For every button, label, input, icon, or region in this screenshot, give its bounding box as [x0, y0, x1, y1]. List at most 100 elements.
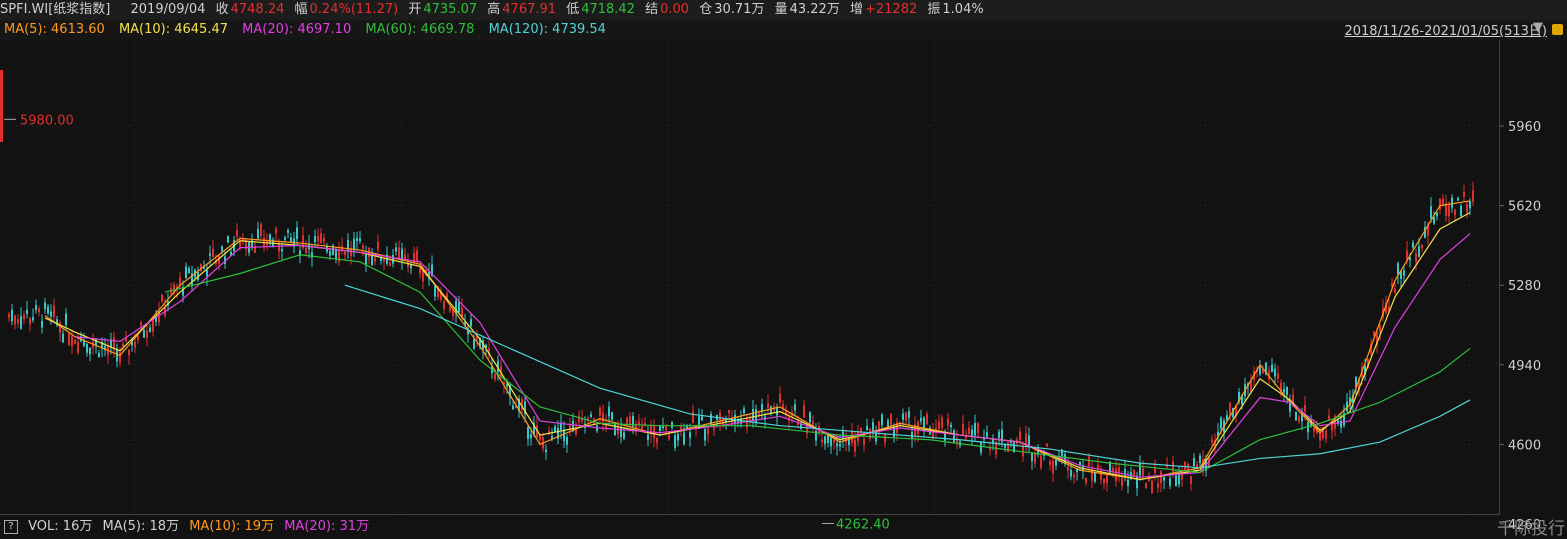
candle-up	[305, 247, 307, 254]
candle-down	[683, 432, 685, 445]
candle-up	[1112, 467, 1114, 472]
candle-down	[1295, 411, 1297, 421]
candle-up	[419, 267, 421, 274]
candle-up	[746, 418, 748, 428]
candle-down	[1469, 201, 1471, 209]
candle-up	[1022, 445, 1024, 457]
candle-down	[1139, 462, 1141, 476]
candle-down	[470, 319, 472, 326]
vol-label: VOL: 16万	[28, 519, 93, 534]
candle-down	[1286, 386, 1288, 395]
candle-down	[296, 227, 298, 240]
candle-down	[1397, 263, 1399, 275]
candle-down	[35, 305, 37, 310]
candle-down	[704, 428, 706, 441]
candle-down	[1271, 364, 1273, 373]
candle-down	[1175, 475, 1177, 487]
candle-down	[287, 230, 289, 233]
candle-down	[281, 248, 283, 252]
candle-up	[1052, 460, 1054, 474]
candle-down	[1193, 457, 1195, 467]
candle-up	[77, 342, 79, 354]
candle-up	[1466, 203, 1468, 213]
candle-up	[413, 253, 415, 264]
y-tick-label: 5280	[1508, 279, 1541, 294]
candle-up	[212, 248, 214, 258]
candle-down	[290, 237, 292, 243]
vol-ma10-label: MA(10): 19万	[189, 519, 275, 534]
ma-line-ma120	[344, 284, 1471, 469]
candle-up	[578, 415, 580, 423]
candle-down	[1178, 475, 1180, 485]
max-price-label: 5980.00	[20, 113, 74, 128]
candle-up	[863, 438, 865, 445]
candle-down	[185, 266, 187, 279]
candle-up	[323, 237, 325, 242]
candle-down	[1136, 475, 1138, 489]
candle-down	[1451, 197, 1453, 208]
candle-up	[1049, 461, 1051, 465]
candle-up	[968, 427, 970, 434]
candle-up	[71, 336, 73, 347]
candle-up	[338, 250, 340, 262]
candle-down	[530, 434, 532, 439]
candle-up	[869, 428, 871, 440]
candle-up	[854, 439, 856, 452]
candle-up	[344, 251, 346, 256]
candle-up	[926, 413, 928, 425]
candle-up	[884, 433, 886, 443]
candle-down	[284, 237, 286, 240]
candle-down	[50, 311, 52, 317]
candle-down	[149, 327, 151, 333]
candle-down	[98, 352, 100, 358]
candle-down	[506, 384, 508, 387]
candle-up	[8, 314, 10, 318]
candle-down	[1127, 479, 1129, 486]
candle-down	[908, 411, 910, 418]
candle-down	[143, 329, 145, 338]
candle-down	[824, 436, 826, 444]
candle-down	[671, 421, 673, 428]
candle-down	[689, 432, 691, 438]
candle-down	[677, 433, 679, 441]
candle-up	[1379, 324, 1381, 333]
candle-down	[872, 422, 874, 432]
candle-up	[728, 409, 730, 414]
candle-down	[923, 417, 925, 429]
candle-down	[986, 432, 988, 437]
candle-up	[53, 305, 55, 318]
candle-down	[359, 238, 361, 242]
candle-down	[434, 285, 436, 297]
candle-up	[1085, 477, 1087, 484]
candle-down	[65, 313, 67, 326]
candle-down	[980, 441, 982, 453]
ma-line-ma20	[74, 233, 1471, 478]
candle-up	[1172, 461, 1174, 473]
candle-down	[953, 430, 955, 443]
candle-up	[1142, 468, 1144, 476]
candle-down	[836, 443, 838, 447]
candle-down	[473, 339, 475, 349]
candle-down	[1028, 435, 1030, 446]
candle-up	[1211, 439, 1213, 443]
candle-down	[188, 268, 190, 274]
candle-down	[623, 432, 625, 439]
candle-up	[812, 421, 814, 426]
help-icon[interactable]: ?	[4, 519, 18, 534]
candle-up	[1154, 467, 1156, 473]
candle-up	[374, 257, 376, 262]
candle-up	[1463, 192, 1465, 197]
candle-down	[902, 413, 904, 420]
candle-up	[74, 339, 76, 344]
candle-down	[1163, 477, 1165, 481]
candle-down	[221, 246, 223, 252]
candle-down	[647, 434, 649, 440]
candle-up	[68, 333, 70, 346]
candle-down	[44, 302, 46, 310]
candle-up	[656, 437, 658, 444]
candle-up	[152, 320, 154, 332]
candle-up	[29, 318, 31, 325]
candle-up	[134, 341, 136, 348]
candle-down	[356, 237, 358, 242]
candle-up	[494, 373, 496, 380]
